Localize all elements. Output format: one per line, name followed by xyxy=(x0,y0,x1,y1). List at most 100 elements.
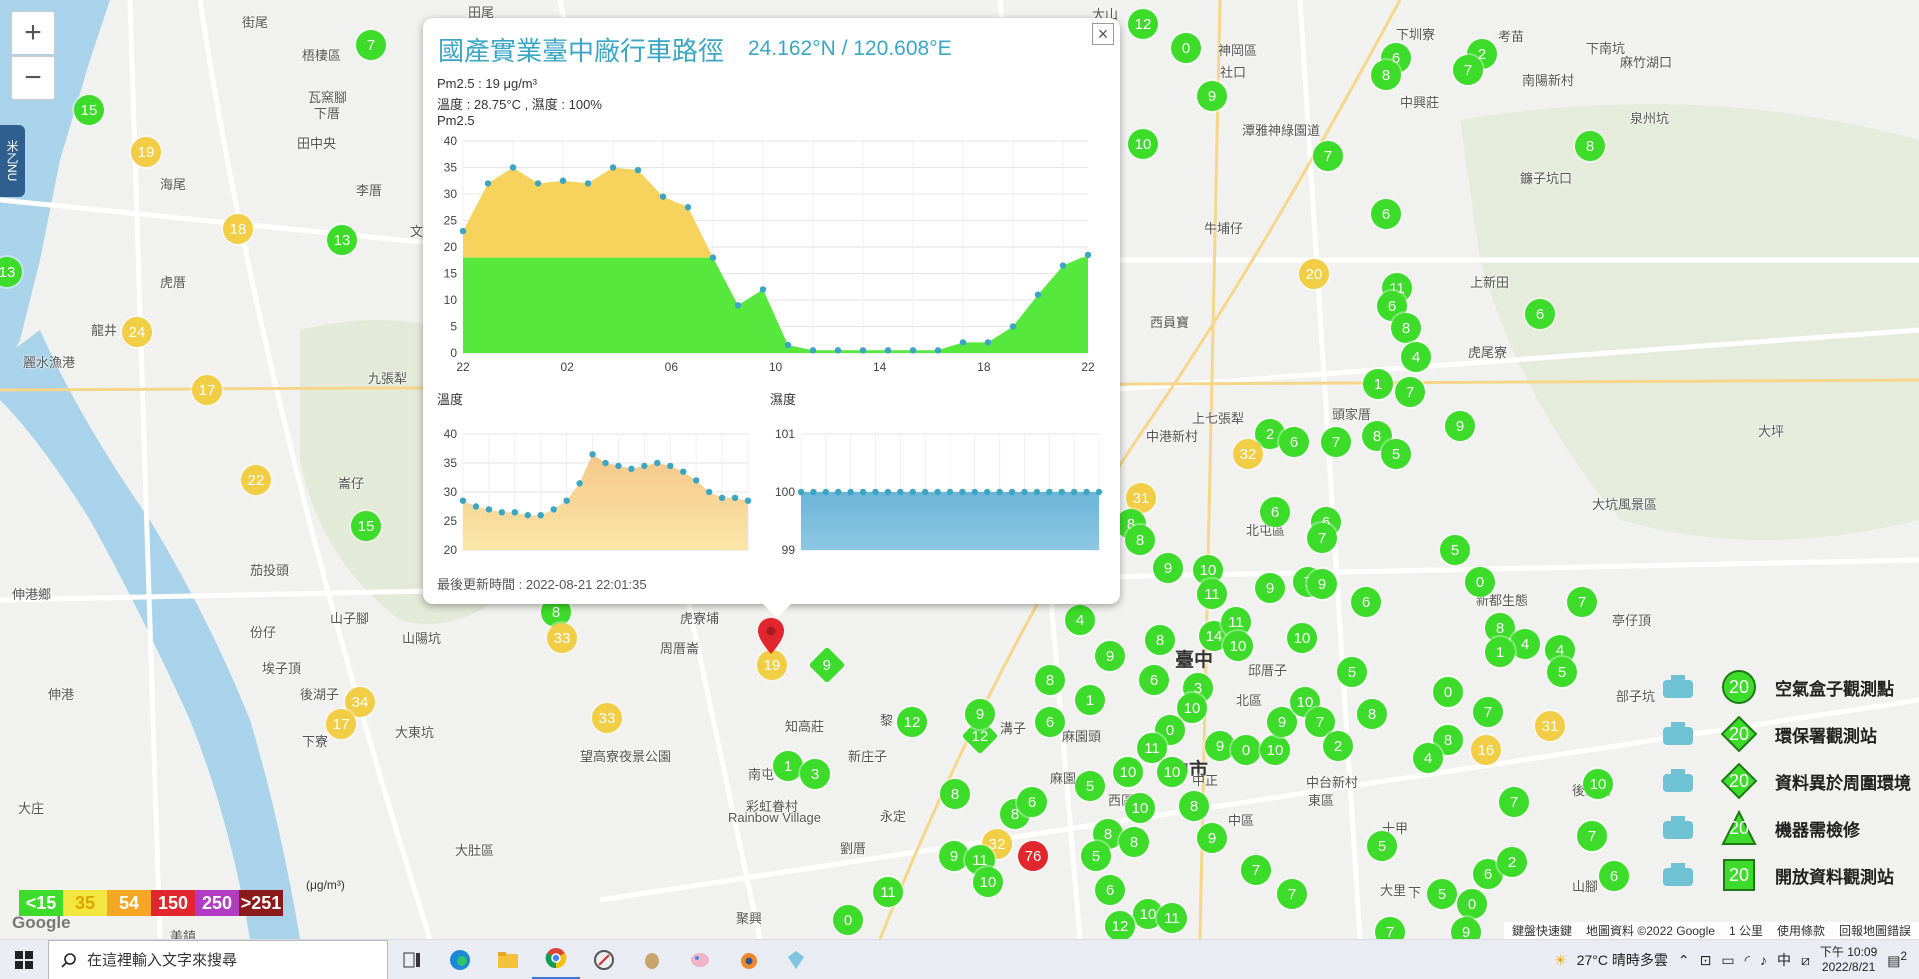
station-marker[interactable]: 1 xyxy=(773,751,803,781)
station-marker[interactable]: 10 xyxy=(973,867,1003,897)
station-marker[interactable]: 18 xyxy=(223,214,253,244)
station-marker[interactable]: 16 xyxy=(1471,735,1501,765)
station-marker[interactable]: 13 xyxy=(327,225,357,255)
station-marker[interactable]: 6 xyxy=(1139,665,1169,695)
station-marker[interactable]: 8 xyxy=(1575,131,1605,161)
station-marker[interactable]: 22 xyxy=(241,465,271,495)
station-marker[interactable]: 0 xyxy=(1465,567,1495,597)
station-marker[interactable]: 11 xyxy=(873,877,903,907)
station-marker[interactable]: 17 xyxy=(192,375,222,405)
station-marker[interactable]: 5 xyxy=(1081,841,1111,871)
station-marker[interactable]: 9 xyxy=(1255,573,1285,603)
station-marker[interactable]: 2 xyxy=(1323,731,1353,761)
station-marker[interactable]: 8 xyxy=(1035,665,1065,695)
station-marker[interactable]: 6 xyxy=(1017,787,1047,817)
station-marker[interactable]: 9 xyxy=(1307,569,1337,599)
station-marker[interactable]: 8 xyxy=(1357,699,1387,729)
location-pin-icon[interactable] xyxy=(758,618,784,654)
station-marker[interactable]: 0 xyxy=(1231,735,1261,765)
station-marker[interactable]: 7 xyxy=(1499,787,1529,817)
station-marker[interactable]: 8 xyxy=(1125,525,1155,555)
station-marker[interactable]: 8 xyxy=(1179,791,1209,821)
station-marker[interactable]: 7 xyxy=(1395,377,1425,407)
edge-browser-icon[interactable] xyxy=(436,940,484,979)
station-marker[interactable]: 10 xyxy=(1223,631,1253,661)
station-marker[interactable]: 7 xyxy=(1567,587,1597,617)
station-marker[interactable]: 32 xyxy=(1233,439,1263,469)
station-marker[interactable]: 5 xyxy=(1427,879,1457,909)
station-marker[interactable]: 17 xyxy=(326,709,356,739)
station-marker[interactable]: 6 xyxy=(1351,587,1381,617)
battery-icon[interactable]: ▭ xyxy=(1721,952,1734,969)
station-marker[interactable]: 0 xyxy=(833,905,863,935)
keyboard-shortcuts-link[interactable]: 鍵盤快速鍵 xyxy=(1512,922,1572,939)
station-marker[interactable]: 5 xyxy=(1367,831,1397,861)
station-marker[interactable]: 12 xyxy=(1128,9,1158,39)
station-marker[interactable]: 9 xyxy=(1197,823,1227,853)
station-marker[interactable]: 9 xyxy=(965,699,995,729)
station-marker[interactable]: 6 xyxy=(1371,199,1401,229)
wifi-icon[interactable]: ◜ xyxy=(1745,952,1750,969)
station-marker[interactable]: 8 xyxy=(1145,625,1175,655)
station-marker[interactable]: 8 xyxy=(1371,60,1401,90)
station-marker[interactable]: 5 xyxy=(1440,535,1470,565)
station-marker[interactable]: 7 xyxy=(1241,855,1271,885)
station-marker[interactable]: 8 xyxy=(940,779,970,809)
station-marker[interactable]: 9 xyxy=(1451,917,1481,939)
station-marker[interactable]: 0 xyxy=(1457,889,1487,919)
station-marker[interactable]: 9 xyxy=(1153,553,1183,583)
chrome-browser-icon[interactable] xyxy=(532,940,580,979)
weather-sun-icon[interactable]: ☀ xyxy=(1554,952,1567,969)
station-marker[interactable]: 8 xyxy=(1391,313,1421,343)
station-marker[interactable]: 10 xyxy=(1177,693,1207,723)
station-marker[interactable]: 19 xyxy=(757,650,787,680)
ime-mode-icon[interactable]: ⧄ xyxy=(1801,952,1810,969)
station-marker[interactable]: 33 xyxy=(547,623,577,653)
task-view-icon[interactable] xyxy=(388,940,436,979)
network-icon[interactable]: ⊡ xyxy=(1700,952,1712,969)
station-marker[interactable]: 10 xyxy=(1583,769,1613,799)
windows-start-icon[interactable] xyxy=(0,940,48,979)
station-marker[interactable]: 20 xyxy=(1299,259,1329,289)
popup-close-button[interactable]: × xyxy=(1092,23,1114,45)
station-marker[interactable]: 7 xyxy=(1453,55,1483,85)
station-marker[interactable]: 7 xyxy=(1277,879,1307,909)
station-marker[interactable]: 24 xyxy=(122,317,152,347)
station-marker[interactable]: 10 xyxy=(1125,793,1155,823)
station-marker[interactable]: 7 xyxy=(1321,427,1351,457)
station-marker[interactable]: 0 xyxy=(1433,677,1463,707)
station-marker[interactable]: 10 xyxy=(1113,757,1143,787)
station-marker[interactable]: 6 xyxy=(1095,875,1125,905)
station-marker[interactable]: 7 xyxy=(1577,821,1607,851)
app-icon-paint[interactable] xyxy=(676,940,724,979)
side-panel-tab[interactable]: 米乙NU xyxy=(0,125,25,197)
taskbar-clock[interactable]: 下午 10:09 2022/8/21 xyxy=(1820,945,1877,975)
station-marker[interactable]: 76 xyxy=(1018,841,1048,871)
station-marker[interactable]: 0 xyxy=(1171,33,1201,63)
station-marker[interactable]: 10 xyxy=(1128,129,1158,159)
station-marker[interactable]: 4 xyxy=(1401,342,1431,372)
station-marker[interactable]: 9 xyxy=(1095,641,1125,671)
ime-indicator[interactable]: 中 xyxy=(1777,950,1791,970)
terms-link[interactable]: 使用條款 xyxy=(1777,922,1825,939)
station-marker[interactable]: 19 xyxy=(131,137,161,167)
weather-text[interactable]: 27°C 晴時多雲 xyxy=(1577,950,1668,970)
chevron-up-icon[interactable]: ⌃ xyxy=(1678,952,1690,969)
station-marker[interactable]: 11 xyxy=(1157,903,1187,933)
zoom-in-button[interactable]: + xyxy=(11,11,55,55)
station-marker[interactable]: 7 xyxy=(1313,141,1343,171)
station-marker[interactable]: 6 xyxy=(1279,427,1309,457)
station-marker[interactable]: 10 xyxy=(1260,735,1290,765)
app-icon-gem[interactable] xyxy=(772,940,820,979)
station-marker[interactable]: 15 xyxy=(351,511,381,541)
notification-icon[interactable]: ▤2 xyxy=(1887,950,1907,970)
station-marker[interactable]: 6 xyxy=(1035,707,1065,737)
station-marker[interactable]: 1 xyxy=(1363,369,1393,399)
station-marker[interactable]: 12 xyxy=(897,707,927,737)
zoom-out-button[interactable]: − xyxy=(11,56,55,100)
app-icon-gecko[interactable] xyxy=(628,940,676,979)
station-marker[interactable]: 9 xyxy=(1445,411,1475,441)
station-marker[interactable]: 8 xyxy=(1119,827,1149,857)
station-marker[interactable]: 6 xyxy=(1260,497,1290,527)
station-marker[interactable]: 5 xyxy=(1075,771,1105,801)
